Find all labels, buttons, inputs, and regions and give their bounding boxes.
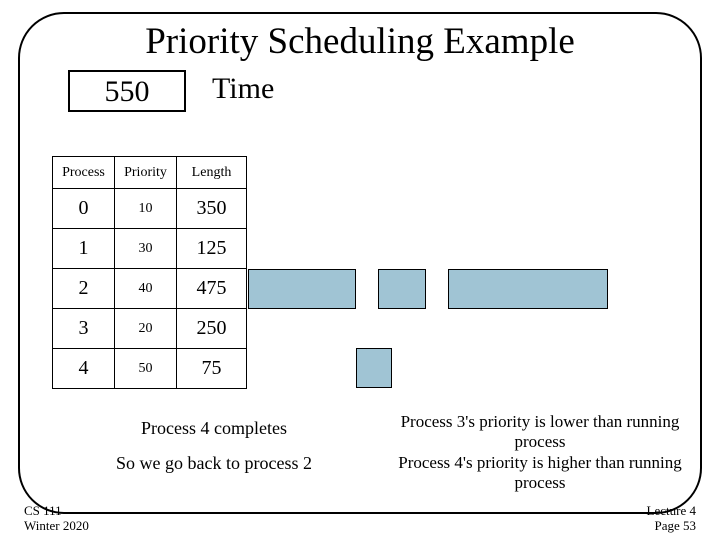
message-line: Process 4 completes bbox=[84, 418, 344, 439]
footer-term: Winter 2020 bbox=[24, 519, 89, 534]
cell-process: 4 bbox=[53, 349, 115, 389]
table-row: 1 30 125 bbox=[53, 229, 247, 269]
cell-length: 125 bbox=[177, 229, 247, 269]
table-row: 2 40 475 bbox=[53, 269, 247, 309]
gantt-bar bbox=[448, 269, 608, 309]
cell-length: 475 bbox=[177, 269, 247, 309]
slide-title: Priority Scheduling Example bbox=[0, 20, 720, 63]
cell-priority: 10 bbox=[115, 189, 177, 229]
cell-process: 1 bbox=[53, 229, 115, 269]
header-process: Process bbox=[53, 157, 115, 189]
cell-priority: 50 bbox=[115, 349, 177, 389]
gantt-bar bbox=[248, 269, 356, 309]
table-row: 4 50 75 bbox=[53, 349, 247, 389]
gantt-bar bbox=[378, 269, 426, 309]
footer-course: CS 111 bbox=[24, 504, 89, 519]
message-left: Process 4 completes So we go back to pro… bbox=[84, 418, 344, 474]
table-row: 3 20 250 bbox=[53, 309, 247, 349]
cell-process: 3 bbox=[53, 309, 115, 349]
cell-length: 250 bbox=[177, 309, 247, 349]
footer-left: CS 111 Winter 2020 bbox=[24, 504, 89, 534]
cell-process: 2 bbox=[53, 269, 115, 309]
message-line: So we go back to process 2 bbox=[84, 453, 344, 474]
footer-page: Page 53 bbox=[647, 519, 696, 534]
header-length: Length bbox=[177, 157, 247, 189]
time-label: Time bbox=[212, 72, 274, 106]
footer-right: Lecture 4 Page 53 bbox=[647, 504, 696, 534]
cell-process: 0 bbox=[53, 189, 115, 229]
cell-priority: 30 bbox=[115, 229, 177, 269]
gantt-bar bbox=[356, 348, 392, 388]
time-counter: 550 bbox=[68, 70, 186, 112]
cell-priority: 40 bbox=[115, 269, 177, 309]
slide: Priority Scheduling Example 550 Time Pro… bbox=[0, 0, 720, 540]
message-line: Process 3's priority is lower than runni… bbox=[390, 412, 690, 453]
footer-lecture: Lecture 4 bbox=[647, 504, 696, 519]
table-header-row: Process Priority Length bbox=[53, 157, 247, 189]
cell-priority: 20 bbox=[115, 309, 177, 349]
cell-length: 75 bbox=[177, 349, 247, 389]
cell-length: 350 bbox=[177, 189, 247, 229]
table-row: 0 10 350 bbox=[53, 189, 247, 229]
header-priority: Priority bbox=[115, 157, 177, 189]
message-right: Process 3's priority is lower than runni… bbox=[390, 412, 690, 494]
process-table: Process Priority Length 0 10 350 1 30 12… bbox=[52, 156, 247, 389]
message-line: Process 4's priority is higher than runn… bbox=[390, 453, 690, 494]
